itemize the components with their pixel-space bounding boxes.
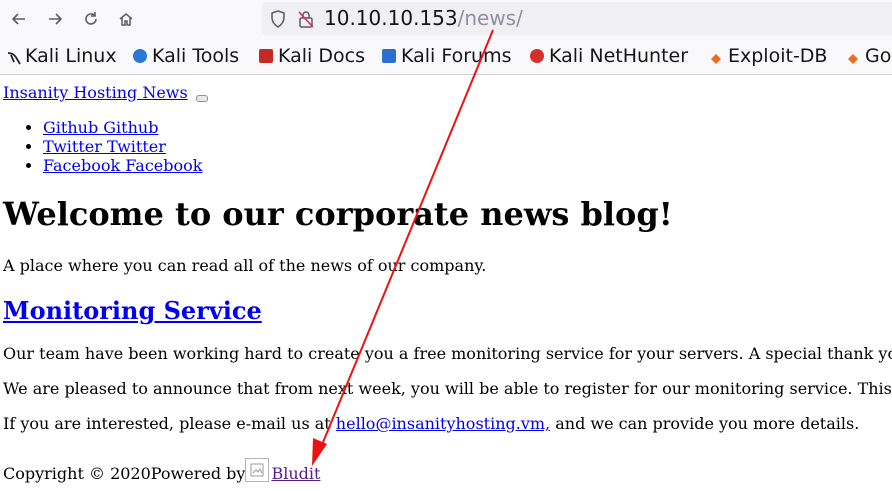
annotation-arrow [312,29,494,466]
